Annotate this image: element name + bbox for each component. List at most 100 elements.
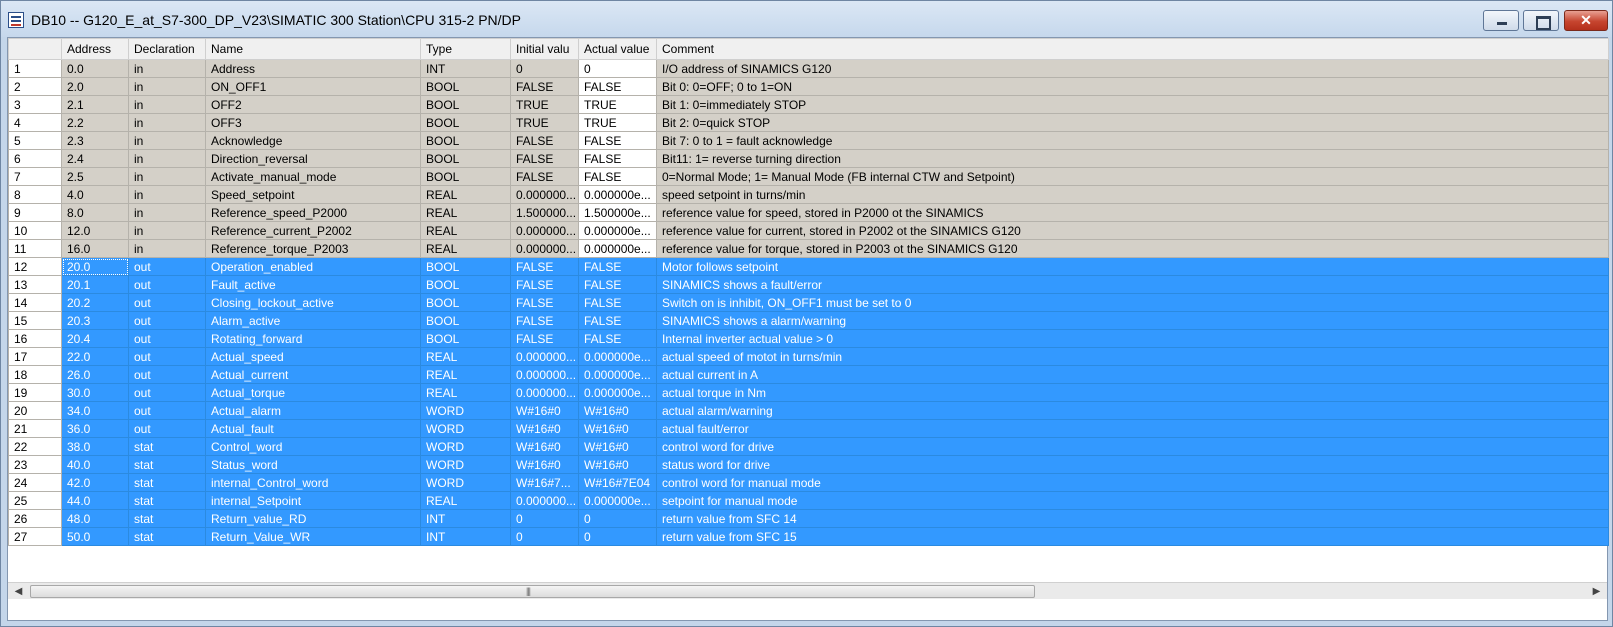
name-cell[interactable]: Direction_reversal [205, 149, 421, 168]
comment-cell[interactable]: reference value for current, stored in P… [656, 221, 1609, 240]
initial-value-cell[interactable]: 0.000000... [510, 185, 579, 204]
table-row[interactable]: 5 2.3 in Acknowledge BOOL FALSE FALSE Bit 7: 0 … [8, 131, 1609, 150]
name-cell[interactable]: Control_word [205, 437, 421, 456]
initial-value-cell[interactable]: 0.000000... [510, 221, 579, 240]
row-number[interactable]: 26 [8, 509, 62, 528]
actual-value-cell[interactable]: W#16#7E04 [578, 473, 657, 492]
comment-cell[interactable]: status word for drive [656, 455, 1609, 474]
row-number[interactable]: 14 [8, 293, 62, 312]
initial-value-cell[interactable]: 0.000000... [510, 383, 579, 402]
address-cell[interactable]: 2.4 [61, 149, 129, 168]
address-cell[interactable]: 12.0 [61, 221, 129, 240]
address-cell[interactable]: 2.3 [61, 131, 129, 150]
declaration-cell[interactable]: out [128, 365, 206, 384]
actual-value-cell[interactable]: 0.000000e... [578, 365, 657, 384]
actual-value-cell[interactable]: FALSE [578, 329, 657, 348]
type-cell[interactable]: BOOL [420, 131, 511, 150]
table-row[interactable]: 9 8.0 in Reference_speed_P2000 REAL 1.500000.… [8, 203, 1609, 222]
declaration-cell[interactable]: in [128, 77, 206, 96]
declaration-cell[interactable]: out [128, 311, 206, 330]
table-row[interactable]: 13 20.1 out Fault_active BOOL FALSE FALSE SINAM… [8, 275, 1609, 294]
title-bar[interactable]: DB10 -- G120_E_at_S7-300_DP_V23\SIMATIC … [1, 1, 1612, 37]
type-cell[interactable]: BOOL [420, 293, 511, 312]
initial-value-cell[interactable]: TRUE [510, 95, 579, 114]
type-cell[interactable]: BOOL [420, 113, 511, 132]
name-cell[interactable]: Speed_setpoint [205, 185, 421, 204]
column-header-comment[interactable]: Comment [656, 38, 1609, 60]
type-cell[interactable]: BOOL [420, 275, 511, 294]
address-cell[interactable]: 2.2 [61, 113, 129, 132]
name-cell[interactable]: OFF2 [205, 95, 421, 114]
comment-cell[interactable]: actual current in A [656, 365, 1609, 384]
declaration-cell[interactable]: out [128, 275, 206, 294]
row-number[interactable]: 17 [8, 347, 62, 366]
address-cell[interactable]: 20.0 [61, 257, 129, 276]
initial-value-cell[interactable]: FALSE [510, 329, 579, 348]
actual-value-cell[interactable]: 0.000000e... [578, 491, 657, 510]
type-cell[interactable]: BOOL [420, 257, 511, 276]
declaration-cell[interactable]: stat [128, 437, 206, 456]
name-cell[interactable]: Actual_torque [205, 383, 421, 402]
comment-cell[interactable]: Bit 1: 0=immediately STOP [656, 95, 1609, 114]
declaration-cell[interactable]: out [128, 257, 206, 276]
initial-value-cell[interactable]: W#16#0 [510, 419, 579, 438]
row-number[interactable]: 12 [8, 257, 62, 276]
table-row[interactable]: 20 34.0 out Actual_alarm WORD W#16#0 W#16#0 act… [8, 401, 1609, 420]
initial-value-cell[interactable]: FALSE [510, 293, 579, 312]
actual-value-cell[interactable]: 0.000000e... [578, 221, 657, 240]
table-row[interactable]: 12 20.0 out Operation_enabled BOOL FALSE FALSE… [8, 257, 1609, 276]
column-header-type[interactable]: Type [420, 38, 511, 60]
comment-cell[interactable]: reference value for torque, stored in P2… [656, 239, 1609, 258]
name-cell[interactable]: Return_Value_WR [205, 527, 421, 546]
type-cell[interactable]: REAL [420, 185, 511, 204]
row-number[interactable]: 7 [8, 167, 62, 186]
table-row[interactable]: 2 2.0 in ON_OFF1 BOOL FALSE FALSE Bit 0: 0=OFF;… [8, 77, 1609, 96]
row-number[interactable]: 1 [8, 59, 62, 78]
type-cell[interactable]: REAL [420, 221, 511, 240]
initial-value-cell[interactable]: 0 [510, 59, 579, 78]
type-cell[interactable]: BOOL [420, 149, 511, 168]
comment-cell[interactable]: Bit 7: 0 to 1 = fault acknowledge [656, 131, 1609, 150]
comment-cell[interactable]: return value from SFC 15 [656, 527, 1609, 546]
declaration-cell[interactable]: in [128, 95, 206, 114]
actual-value-cell[interactable]: W#16#0 [578, 455, 657, 474]
declaration-cell[interactable]: out [128, 383, 206, 402]
initial-value-cell[interactable]: FALSE [510, 77, 579, 96]
address-cell[interactable]: 16.0 [61, 239, 129, 258]
comment-cell[interactable]: Internal inverter actual value > 0 [656, 329, 1609, 348]
table-row[interactable]: 6 2.4 in Direction_reversal BOOL FALSE FALSE Bi… [8, 149, 1609, 168]
minimize-icon[interactable] [1483, 10, 1519, 31]
table-row[interactable]: 16 20.4 out Rotating_forward BOOL FALSE FALSE I… [8, 329, 1609, 348]
row-number[interactable]: 11 [8, 239, 62, 258]
address-cell[interactable]: 26.0 [61, 365, 129, 384]
table-row[interactable]: 26 48.0 stat Return_value_RD INT 0 0 return val… [8, 509, 1609, 528]
row-number[interactable]: 9 [8, 203, 62, 222]
comment-cell[interactable]: control word for drive [656, 437, 1609, 456]
actual-value-cell[interactable]: TRUE [578, 95, 657, 114]
name-cell[interactable]: Activate_manual_mode [205, 167, 421, 186]
name-cell[interactable]: Operation_enabled [205, 257, 421, 276]
actual-value-cell[interactable]: 1.500000e... [578, 203, 657, 222]
table-row[interactable]: 18 26.0 out Actual_current REAL 0.000000... 0.… [8, 365, 1609, 384]
comment-cell[interactable]: setpoint for manual mode [656, 491, 1609, 510]
address-cell[interactable]: 8.0 [61, 203, 129, 222]
declaration-cell[interactable]: in [128, 131, 206, 150]
name-cell[interactable]: Rotating_forward [205, 329, 421, 348]
address-cell[interactable]: 50.0 [61, 527, 129, 546]
type-cell[interactable]: BOOL [420, 77, 511, 96]
actual-value-cell[interactable]: 0 [578, 509, 657, 528]
comment-cell[interactable]: SINAMICS shows a fault/error [656, 275, 1609, 294]
initial-value-cell[interactable]: 1.500000... [510, 203, 579, 222]
table-row[interactable]: 8 4.0 in Speed_setpoint REAL 0.000000... 0.000… [8, 185, 1609, 204]
column-header-name[interactable]: Name [205, 38, 421, 60]
row-number[interactable]: 16 [8, 329, 62, 348]
initial-value-cell[interactable]: W#16#0 [510, 437, 579, 456]
address-cell[interactable]: 20.4 [61, 329, 129, 348]
row-number[interactable]: 2 [8, 77, 62, 96]
name-cell[interactable]: Closing_lockout_active [205, 293, 421, 312]
table-row[interactable]: 17 22.0 out Actual_speed REAL 0.000000... 0.00… [8, 347, 1609, 366]
name-cell[interactable]: Fault_active [205, 275, 421, 294]
comment-cell[interactable]: Switch on is inhibit, ON_OFF1 must be se… [656, 293, 1609, 312]
row-number[interactable]: 22 [8, 437, 62, 456]
row-number[interactable]: 24 [8, 473, 62, 492]
